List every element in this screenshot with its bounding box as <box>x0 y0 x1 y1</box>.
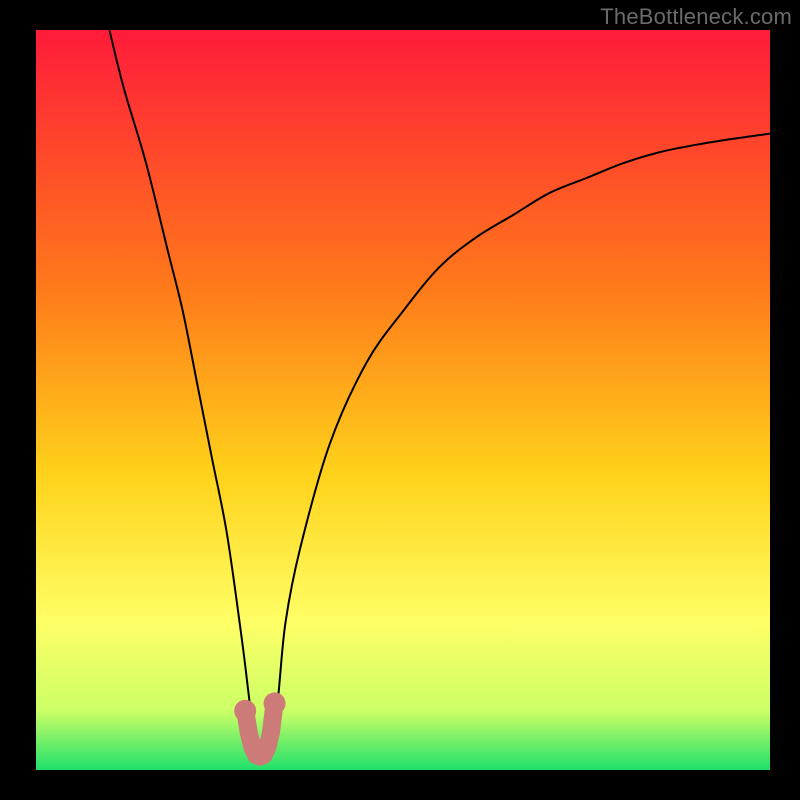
chart-background-gradient <box>36 30 770 770</box>
marker-dot <box>264 692 286 714</box>
chart-svg <box>36 30 770 770</box>
app-frame: TheBottleneck.com <box>0 0 800 800</box>
marker-dot <box>234 700 256 722</box>
chart-plot-area <box>36 30 770 770</box>
watermark-text: TheBottleneck.com <box>600 4 792 30</box>
